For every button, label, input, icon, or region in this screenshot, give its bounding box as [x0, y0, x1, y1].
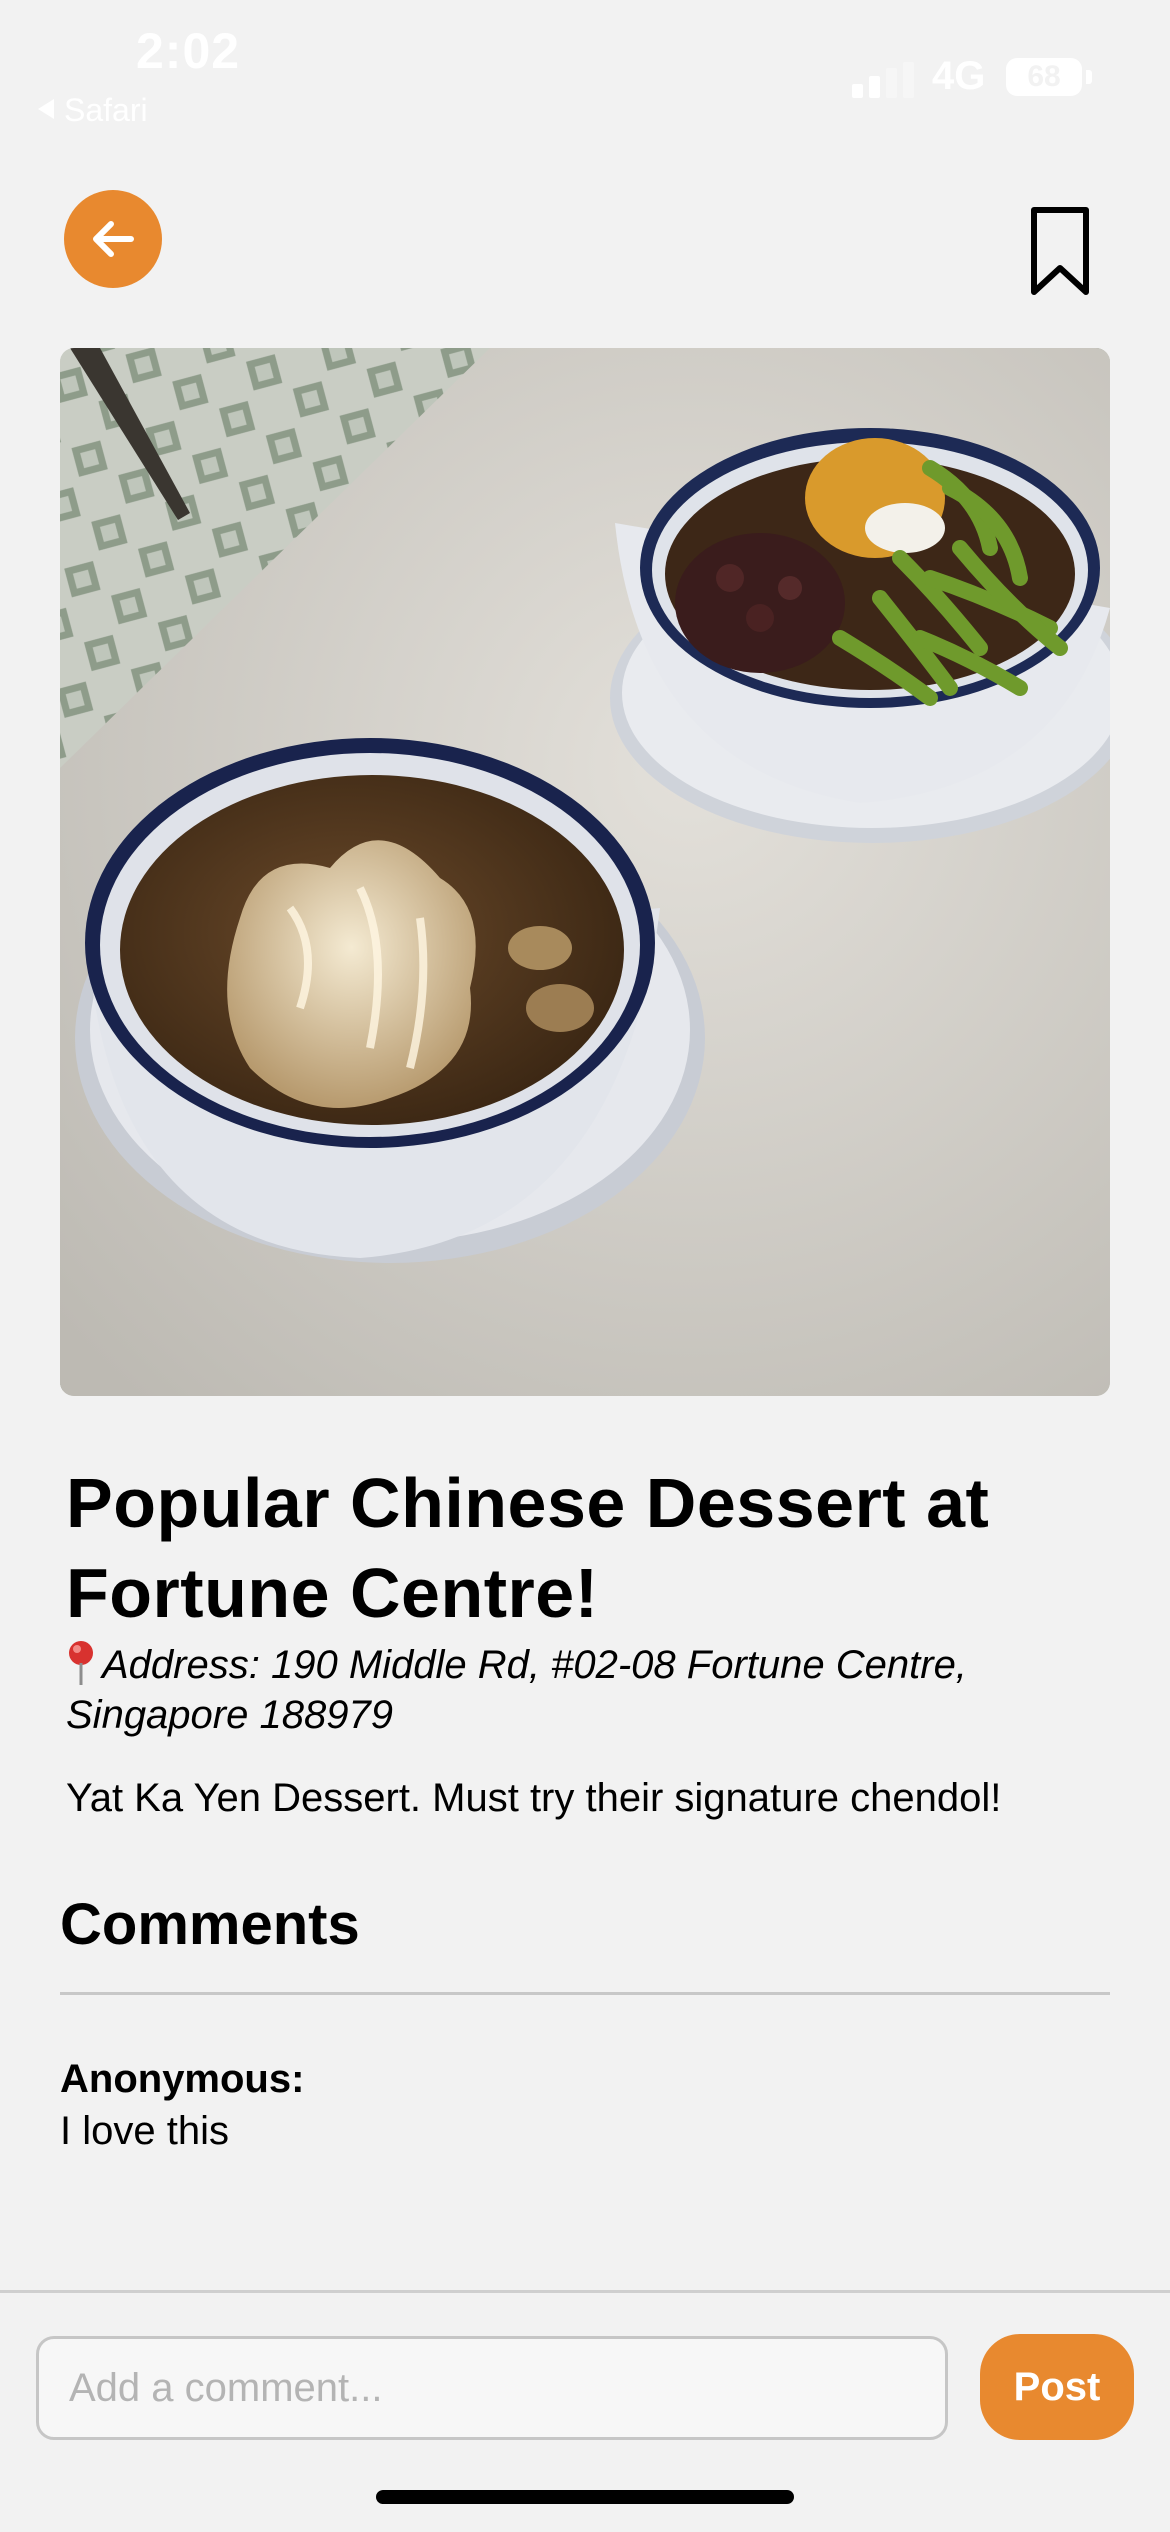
back-button[interactable] [64, 190, 162, 288]
dessert-photo-illustration [60, 348, 1110, 1396]
post-title: Popular Chinese Dessert at Fortune Centr… [66, 1464, 990, 1632]
comment-input[interactable] [36, 2336, 948, 2440]
post-address: Address: 190 Middle Rd, #02-08 Fortune C… [66, 1640, 1116, 1740]
back-triangle-icon [38, 99, 54, 119]
post-button[interactable]: Post [980, 2334, 1134, 2440]
arrow-left-icon [93, 221, 134, 257]
cellular-signal-icon [852, 62, 916, 98]
address-text: Address: 190 Middle Rd, #02-08 Fortune C… [66, 1643, 967, 1737]
status-time: 2:02 [136, 23, 241, 79]
home-indicator[interactable] [376, 2490, 794, 2504]
composer-divider [0, 2290, 1170, 2293]
comments-divider [60, 1992, 1110, 1995]
status-bar: 2:02 Safari 4G 68 [0, 0, 1170, 140]
post-description: Yat Ka Yen Dessert. Must try their signa… [66, 1776, 1002, 1820]
battery-tip [1086, 70, 1092, 84]
back-to-safari-link[interactable]: Safari [38, 92, 148, 129]
bookmark-icon [1031, 207, 1089, 295]
post-photo [60, 348, 1110, 1396]
comment-author: Anonymous: [60, 2057, 305, 2101]
battery-icon: 68 [1006, 58, 1082, 96]
back-app-label: Safari [64, 92, 148, 128]
bookmark-button[interactable] [1020, 202, 1100, 302]
comment-text: I love this [60, 2109, 229, 2153]
network-type: 4G [932, 54, 986, 98]
comments-heading: Comments [60, 1892, 360, 1957]
round-pushpin-icon [66, 1640, 96, 1690]
